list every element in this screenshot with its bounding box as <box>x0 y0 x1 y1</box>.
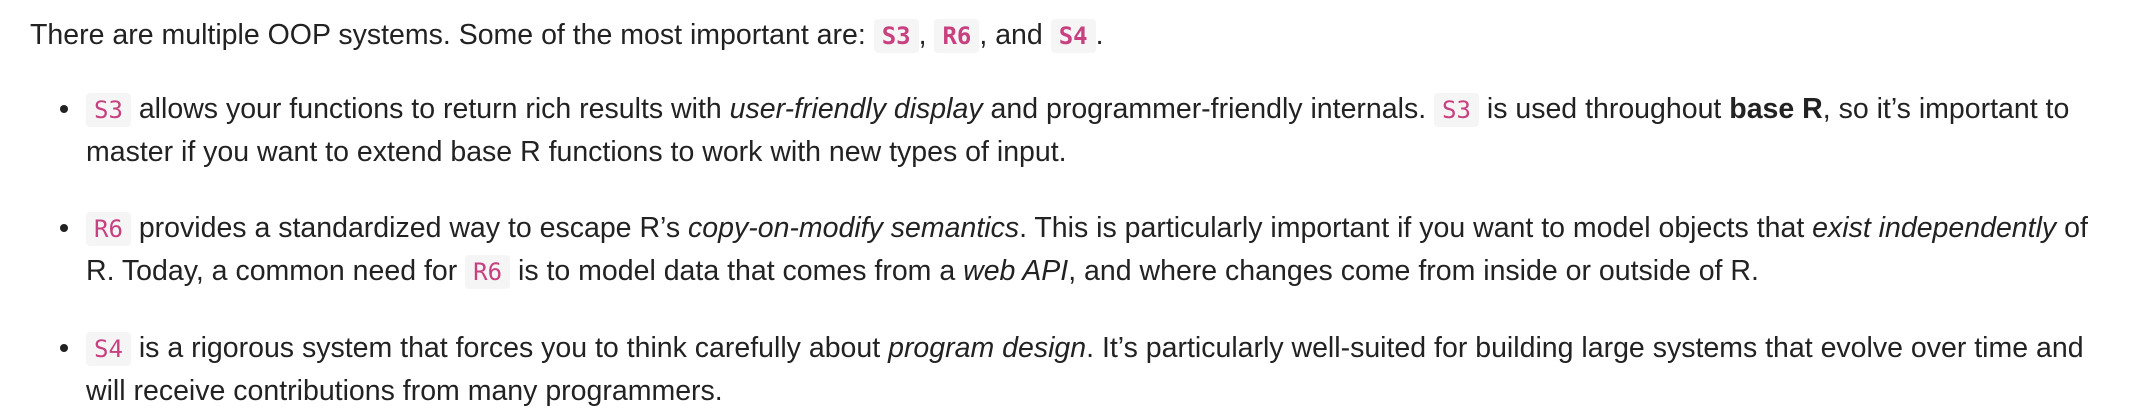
emphasis: web API <box>963 255 1069 287</box>
code-s3: S3 <box>1434 93 1479 127</box>
code-r6: R6 <box>86 212 131 246</box>
bold-text: base R <box>1729 93 1823 125</box>
intro-text: , and <box>979 19 1051 51</box>
item-text: provides a standardized way to escape R’… <box>130 212 689 244</box>
list-item-s3: S3 allows your functions to return rich … <box>60 88 2110 173</box>
intro-paragraph: There are multiple OOP systems. Some of … <box>30 14 2110 57</box>
item-text: allows your functions to return rich res… <box>130 93 730 125</box>
code-s4: S4 <box>86 332 131 366</box>
list-item-s4: S4 is a rigorous system that forces you … <box>60 327 2110 412</box>
item-text: is to model data that comes from a <box>510 255 964 287</box>
emphasis: exist independently <box>1812 212 2057 244</box>
item-text: . This is particularly important if you … <box>1019 212 1813 244</box>
item-text: and programmer-friendly internals. <box>982 93 1435 125</box>
code-r6: R6 <box>465 255 511 289</box>
code-r6: R6 <box>934 19 980 53</box>
list-item-r6: R6 provides a standardized way to escape… <box>60 207 2110 293</box>
item-text: , and where changes come from inside or … <box>1068 255 1759 287</box>
item-text: is used throughout <box>1478 93 1730 125</box>
oop-systems-list: S3 allows your functions to return rich … <box>30 88 2110 412</box>
code-s4: S4 <box>1050 19 1096 53</box>
code-s3: S3 <box>873 19 919 53</box>
bullet-icon <box>60 344 68 352</box>
emphasis: program design <box>888 332 1087 364</box>
intro-text: There are multiple OOP systems. Some of … <box>30 19 874 51</box>
document: There are multiple OOP systems. Some of … <box>0 0 2140 412</box>
intro-text: . <box>1095 19 1104 51</box>
emphasis: copy-on-modify semantics <box>688 212 1020 244</box>
intro-text: , <box>918 19 935 51</box>
code-s3: S3 <box>86 93 131 127</box>
bullet-icon <box>60 105 68 113</box>
bullet-icon <box>60 224 68 232</box>
emphasis: user-friendly display <box>729 93 983 125</box>
item-text: is a rigorous system that forces you to … <box>130 332 889 364</box>
